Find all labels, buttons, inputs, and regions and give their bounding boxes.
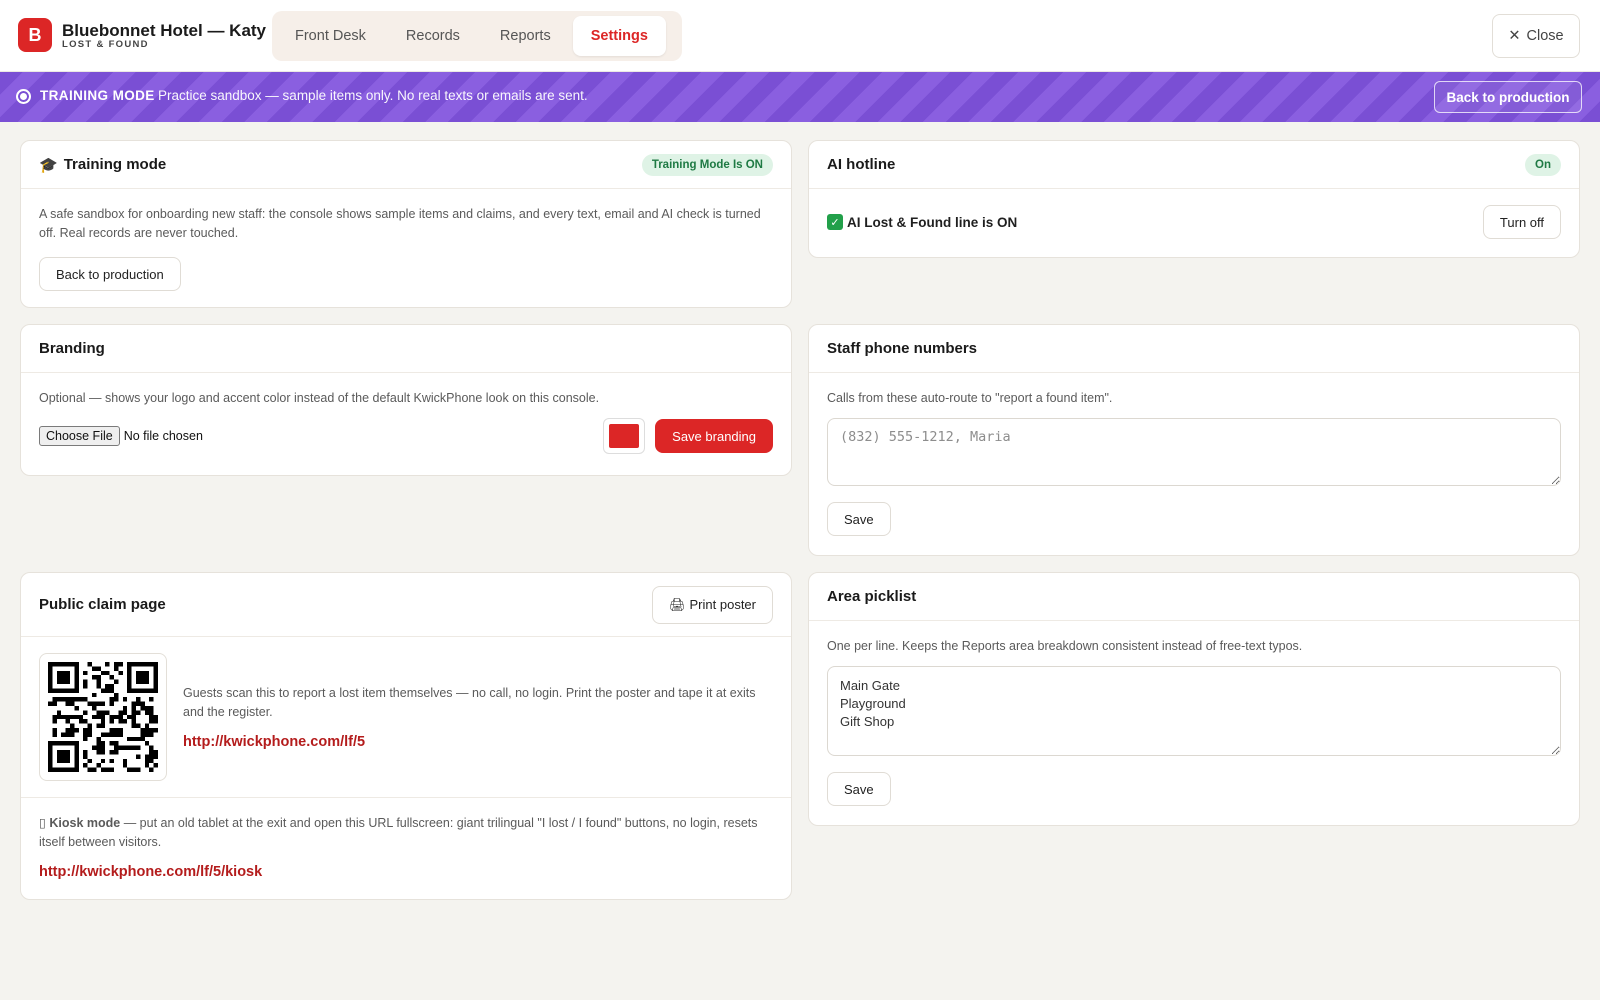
close-button[interactable]: ✕ Close bbox=[1492, 14, 1580, 58]
hotel-name: Bluebonnet Hotel — Katy bbox=[62, 21, 267, 40]
training-banner-message: Practice sandbox — sample items only. No… bbox=[158, 88, 588, 103]
claim-qr-code bbox=[39, 653, 167, 781]
choose-file-button[interactable]: Choose File bbox=[39, 426, 120, 446]
tab-records[interactable]: Records bbox=[388, 16, 478, 56]
training-banner: TRAINING MODE Practice sandbox — sample … bbox=[0, 72, 1600, 122]
ai-hotline-title: AI hotline bbox=[827, 156, 896, 173]
public-claim-title: Public claim page bbox=[39, 596, 166, 613]
public-claim-url[interactable]: http://kwickphone.com/lf/5 bbox=[183, 734, 365, 750]
training-banner-label: TRAINING MODE bbox=[40, 88, 155, 103]
check-mark-icon: ✓ bbox=[827, 214, 843, 230]
training-status-badge: Training Mode Is ON bbox=[641, 153, 773, 176]
area-picklist-title: Area picklist bbox=[827, 588, 917, 605]
main-tabs: Front Desk Records Reports Settings bbox=[272, 11, 682, 61]
training-description: A safe sandbox for onboarding new staff:… bbox=[39, 207, 761, 240]
tablet-icon: ▯ bbox=[39, 816, 46, 830]
public-claim-card: Public claim page 🖨 Print poster Guests … bbox=[20, 572, 792, 900]
kiosk-mode-label: Kiosk mode bbox=[49, 816, 121, 830]
branding-description: Optional — shows your logo and accent co… bbox=[39, 391, 600, 405]
staff-phones-card: Staff phone numbers Calls from these aut… bbox=[808, 324, 1580, 556]
public-claim-description: Guests scan this to report a lost item t… bbox=[183, 686, 756, 719]
back-to-production-banner-button[interactable]: Back to production bbox=[1434, 81, 1582, 113]
print-poster-button[interactable]: 🖨 Print poster bbox=[652, 585, 773, 624]
save-staff-phones-button[interactable]: Save bbox=[827, 502, 891, 536]
area-picklist-input[interactable]: Main Gate Playground Gift Shop bbox=[827, 666, 1561, 756]
branding-card: Branding Optional — shows your logo and … bbox=[20, 324, 792, 476]
area-picklist-card: Area picklist One per line. Keeps the Re… bbox=[808, 572, 1580, 826]
kiosk-url[interactable]: http://kwickphone.com/lf/5/kiosk bbox=[39, 864, 262, 880]
tab-settings[interactable]: Settings bbox=[572, 16, 666, 56]
area-picklist-description: One per line. Keeps the Reports area bre… bbox=[827, 639, 1303, 653]
qr-code-graphic bbox=[48, 662, 158, 772]
app-subtitle: LOST & FOUND bbox=[62, 39, 149, 50]
staff-phones-title: Staff phone numbers bbox=[827, 340, 978, 357]
turn-off-hotline-button[interactable]: Turn off bbox=[1482, 205, 1561, 239]
tab-reports[interactable]: Reports bbox=[482, 16, 569, 56]
training-mode-title: 🎓 Training mode bbox=[39, 156, 167, 174]
graduation-cap-icon: 🎓 bbox=[39, 156, 58, 174]
save-branding-button[interactable]: Save branding bbox=[655, 419, 773, 453]
kiosk-mode-text: — put an old tablet at the exit and open… bbox=[39, 816, 758, 849]
back-to-production-button[interactable]: Back to production bbox=[39, 257, 181, 291]
accent-color-picker[interactable] bbox=[603, 418, 646, 454]
printer-icon: 🖨 bbox=[669, 596, 686, 612]
logo-file-input[interactable]: Choose File No file chosen bbox=[39, 426, 203, 446]
ai-hotline-badge: On bbox=[1525, 153, 1561, 176]
file-status: No file chosen bbox=[123, 429, 203, 443]
close-label: Close bbox=[1526, 28, 1564, 44]
branding-title: Branding bbox=[39, 340, 105, 357]
training-mode-card: 🎓 Training mode Training Mode Is ON A sa… bbox=[20, 140, 792, 308]
staff-phones-input[interactable] bbox=[827, 418, 1561, 486]
tab-front-desk[interactable]: Front Desk bbox=[277, 16, 384, 56]
save-area-picklist-button[interactable]: Save bbox=[827, 772, 891, 806]
staff-phones-description: Calls from these auto-route to "report a… bbox=[827, 391, 1113, 405]
ai-hotline-card: AI hotline On ✓ AI Lost & Found line is … bbox=[808, 140, 1580, 258]
ai-hotline-status: ✓ AI Lost & Found line is ON bbox=[827, 214, 1017, 230]
kiosk-description: ▯ Kiosk mode — put an old tablet at the … bbox=[39, 814, 773, 852]
close-icon: ✕ bbox=[1508, 28, 1521, 44]
top-bar: B Bluebonnet Hotel — Katy LOST & FOUND F… bbox=[0, 0, 1600, 72]
training-indicator-icon bbox=[16, 89, 31, 104]
hotel-logo: B bbox=[18, 18, 52, 52]
